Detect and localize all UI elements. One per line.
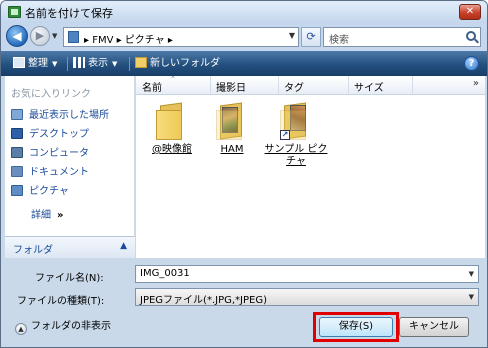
folder-front — [156, 110, 182, 140]
toolbar-divider — [67, 57, 68, 71]
view-icon — [73, 57, 85, 68]
column-size[interactable]: サイズ — [354, 79, 384, 94]
refresh-button[interactable]: ⟳ — [301, 27, 321, 47]
chevron-down-icon: ▼ — [112, 60, 118, 68]
favorite-links-pane: お気に入りリンク 最近表示した場所 デスクトップ コンピュータ ドキュメント ピ… — [5, 76, 135, 258]
sidebar-item-computer[interactable]: コンピュータ — [11, 146, 89, 162]
sidebar-item-label: コンピュータ — [29, 148, 89, 159]
close-button[interactable]: ✕ — [459, 4, 481, 20]
recent-places-icon — [11, 109, 23, 120]
pictures-icon — [11, 185, 23, 196]
column-name[interactable]: 名前 — [142, 79, 162, 94]
shortcut-folder-icon: ↗ — [280, 102, 310, 140]
new-folder-button[interactable]: 新しいフォルダ — [135, 56, 220, 72]
file-list-pane[interactable]: 名前 ⌃ 撮影日 タグ サイズ » @映像館 HAM ↗ サンプル ピクチャ — [136, 75, 485, 258]
sidebar-item-documents[interactable]: ドキュメント — [11, 165, 89, 181]
chevron-up-icon: ▲ — [120, 241, 127, 251]
new-folder-label: 新しいフォルダ — [150, 58, 220, 69]
details-link[interactable]: 詳細 » — [31, 206, 63, 221]
desktop-icon — [11, 128, 23, 139]
organize-icon — [13, 57, 25, 68]
app-icon — [8, 6, 21, 18]
save-button-highlight — [313, 312, 399, 342]
search-placeholder: 検索 — [329, 35, 349, 46]
folders-toggle-bar[interactable]: フォルダ ▲ — [5, 236, 135, 258]
search-icon[interactable] — [466, 31, 476, 41]
address-path[interactable]: ▸ FMV ▸ ピクチャ ▸ — [84, 31, 173, 46]
folder-icon — [156, 102, 186, 140]
toolbar-divider — [129, 57, 130, 71]
column-divider[interactable] — [278, 76, 279, 94]
column-date-taken[interactable]: 撮影日 — [216, 79, 246, 94]
sidebar-item-label: ドキュメント — [29, 167, 89, 178]
organize-label: 整理 — [28, 58, 48, 69]
filetype-select[interactable]: JPEGファイル(*.JPG,*JPEG) ▼ — [135, 288, 479, 306]
file-item-name: @映像館 — [152, 144, 192, 155]
sidebar-item-desktop[interactable]: デスクトップ — [11, 127, 89, 143]
chevron-down-icon: ▼ — [52, 60, 58, 68]
folder-front — [216, 110, 242, 140]
chevron-down-icon[interactable]: ▼ — [469, 293, 474, 301]
window-title: 名前を付けて保存 — [25, 7, 113, 20]
details-label: 詳細 — [31, 210, 51, 221]
chevron-up-icon: ▲ — [15, 323, 27, 335]
history-dropdown-icon[interactable]: ▼ — [52, 32, 57, 40]
title-bar[interactable]: 名前を付けて保存 ✕ — [1, 1, 487, 23]
sidebar-item-pictures[interactable]: ピクチャ — [11, 184, 69, 200]
sidebar-item-label: ピクチャ — [29, 186, 69, 197]
navigation-bar: ◀ ▶ ▼ ▸ FMV ▸ ピクチャ ▸ ▼ ⟳ 検索 — [1, 23, 487, 51]
documents-icon — [11, 166, 23, 177]
command-toolbar: 整理 ▼ 表示 ▼ 新しいフォルダ ? — [1, 51, 487, 76]
more-columns-icon[interactable]: » — [473, 78, 479, 89]
column-header: 名前 ⌃ 撮影日 タグ サイズ » — [136, 75, 485, 95]
column-tags[interactable]: タグ — [284, 79, 304, 94]
column-divider[interactable] — [210, 76, 211, 94]
help-button[interactable]: ? — [464, 56, 479, 71]
view-label: 表示 — [88, 58, 108, 69]
file-item-name: サンプル ピクチャ — [264, 144, 328, 167]
file-item-eizoukan[interactable]: @映像館 — [140, 98, 204, 178]
photo-folder-icon — [216, 102, 246, 140]
column-divider[interactable] — [348, 76, 349, 94]
organize-menu[interactable]: 整理 ▼ — [13, 56, 57, 72]
shortcut-arrow-icon: ↗ — [280, 130, 290, 140]
filename-label: ファイル名(N): — [35, 273, 104, 284]
column-divider[interactable] — [412, 76, 413, 94]
save-as-dialog: 名前を付けて保存 ✕ ◀ ▶ ▼ ▸ FMV ▸ ピクチャ ▸ ▼ ⟳ 検索 整… — [0, 0, 488, 348]
hide-folders-button[interactable]: ▲ フォルダの非表示 — [15, 317, 111, 335]
filename-value: IMG_0031 — [140, 268, 190, 279]
address-bar[interactable]: ▸ FMV ▸ ピクチャ ▸ ▼ — [63, 27, 299, 47]
sidebar-item-label: デスクトップ — [29, 129, 89, 140]
cancel-button[interactable]: キャンセル — [399, 317, 469, 337]
chevron-down-icon[interactable]: ▼ — [469, 270, 474, 278]
hide-folders-label: フォルダの非表示 — [31, 321, 111, 332]
filetype-label: ファイルの種類(T): — [17, 296, 105, 307]
folders-label: フォルダ — [13, 245, 53, 256]
sort-ascending-icon: ⌃ — [170, 75, 176, 83]
address-dropdown-icon[interactable]: ▼ — [289, 31, 295, 40]
forward-button[interactable]: ▶ — [30, 26, 50, 46]
folder-location-icon — [68, 31, 79, 43]
filename-field[interactable]: IMG_0031 ▼ — [135, 265, 479, 283]
filetype-value: JPEGファイル(*.JPG,*JPEG) — [140, 295, 267, 306]
sidebar-item-recent-places[interactable]: 最近表示した場所 — [11, 108, 109, 124]
sidebar-item-label: 最近表示した場所 — [29, 110, 109, 121]
file-item-name: HAM — [220, 144, 244, 155]
search-input[interactable]: 検索 — [323, 27, 481, 47]
file-item-ham[interactable]: HAM — [200, 98, 264, 178]
computer-icon — [11, 147, 23, 158]
favorite-links-header: お気に入りリンク — [11, 89, 91, 100]
file-item-sample-pictures[interactable]: ↗ サンプル ピクチャ — [264, 98, 328, 178]
view-menu[interactable]: 表示 ▼ — [73, 56, 117, 72]
new-folder-icon — [135, 57, 147, 68]
double-chevron-right-icon: » — [57, 210, 64, 221]
back-button[interactable]: ◀ — [6, 25, 28, 47]
